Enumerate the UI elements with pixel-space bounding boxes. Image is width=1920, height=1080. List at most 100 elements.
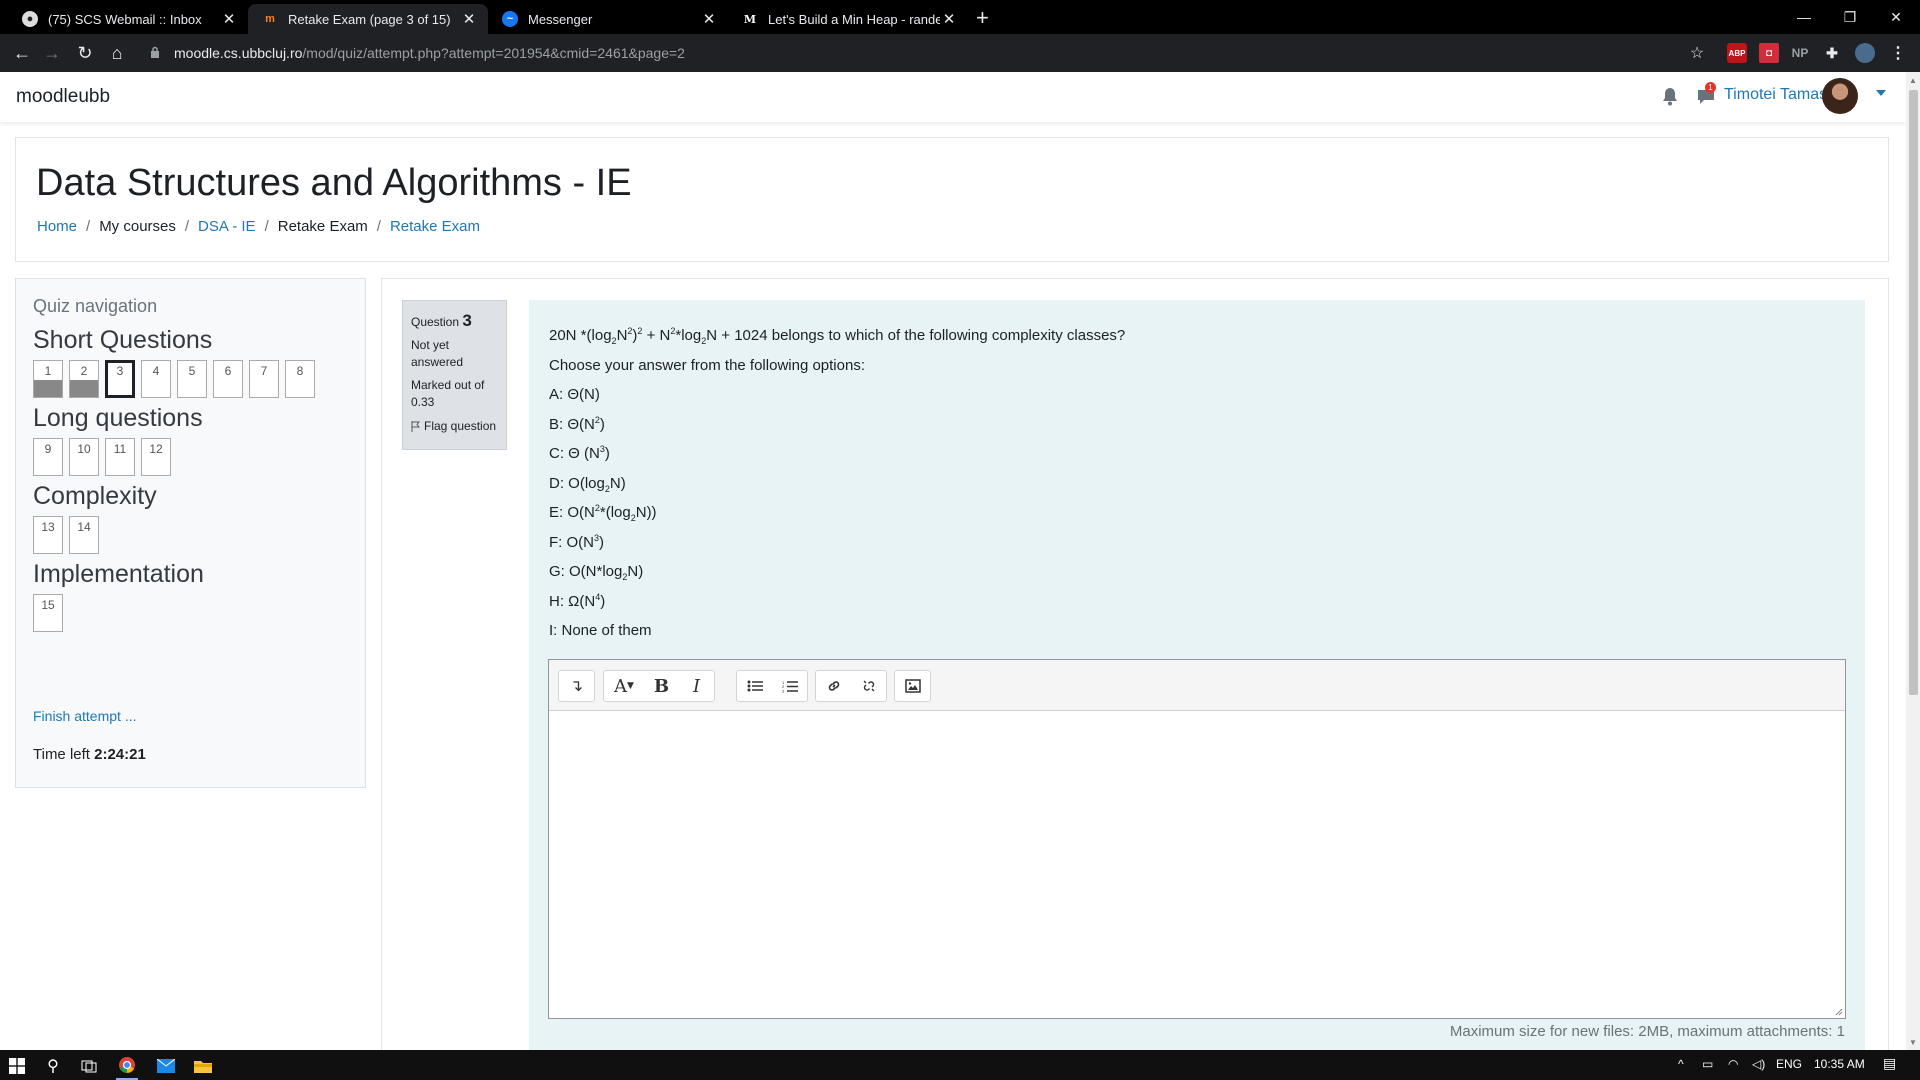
address-bar[interactable]: moodle.cs.ubbcluj.ro/mod/quiz/attempt.ph… [138, 39, 1698, 67]
paragraph-styles-icon[interactable]: A ▼ [604, 671, 644, 701]
wifi-icon[interactable]: ◠ [1728, 1057, 1738, 1071]
browser-tab-webmail[interactable]: ● (75) SCS Webmail :: Inbox ✕ [8, 4, 248, 34]
user-avatar[interactable] [1822, 78, 1858, 114]
quiz-nav-button-12[interactable]: 12 [141, 438, 171, 476]
browser-tab-min-heap[interactable]: M Let's Build a Min Heap - randersc ✕ [728, 4, 968, 34]
answer-option: I: None of them [549, 622, 652, 639]
link-icon[interactable] [816, 671, 851, 701]
quiz-section-heading: Long questions [33, 404, 203, 432]
quiz-nav-button-15[interactable]: 15 [33, 594, 63, 632]
question-prompt: 20N *(log2N2)2 + N2*log2N + 1024 belongs… [549, 326, 1126, 346]
restore-window-button[interactable]: ❐ [1827, 0, 1873, 34]
quiz-nav-button-4[interactable]: 4 [141, 360, 171, 398]
scrollbar-thumb[interactable] [1909, 90, 1918, 695]
italic-icon[interactable]: I [679, 671, 714, 701]
show-more-buttons-icon[interactable]: ↴ [559, 671, 594, 701]
file-explorer-icon[interactable] [192, 1055, 214, 1077]
adblock-extension-icon[interactable]: ABP [1727, 43, 1747, 63]
close-tab-icon[interactable]: ✕ [460, 10, 478, 28]
task-view-icon[interactable] [78, 1055, 100, 1077]
quiz-nav-button-7[interactable]: 7 [249, 360, 279, 398]
quiz-nav-button-5[interactable]: 5 [177, 360, 207, 398]
battery-icon[interactable]: ▭ [1702, 1057, 1713, 1071]
site-brand[interactable]: moodleubb [16, 86, 110, 108]
np-extension-icon[interactable]: NP [1790, 43, 1810, 63]
insert-image-icon[interactable] [895, 671, 930, 701]
answer-option: H: Ω(N4) [549, 591, 606, 610]
windows-taskbar: ⚲ ^ ▭ ◠ ◁) ENG 10:35 AM ▤ [0, 1050, 1920, 1080]
browser-tab-retake-exam[interactable]: m Retake Exam (page 3 of 15) ✕ [248, 4, 488, 34]
mail-app-icon[interactable] [155, 1055, 177, 1077]
toolbar-group-media [894, 670, 931, 702]
quiz-nav-button-9[interactable]: 9 [33, 438, 63, 476]
question-formulation: 20N *(log2N2)2 + N2*log2N + 1024 belongs… [529, 300, 1865, 1058]
finish-attempt-link[interactable]: Finish attempt ... [33, 708, 136, 724]
clock[interactable]: 10:35 AM [1814, 1057, 1865, 1071]
time-left: Time left 2:24:21 [33, 746, 146, 763]
forward-icon[interactable]: → [40, 41, 64, 65]
quiz-nav-button-13[interactable]: 13 [33, 516, 63, 554]
browser-tab-messenger[interactable]: ~ Messenger ✕ [488, 4, 728, 34]
quiz-nav-button-1[interactable]: 1 [33, 360, 63, 398]
answer-option: F: O(N3) [549, 532, 605, 551]
search-icon[interactable]: ⚲ [42, 1055, 64, 1077]
unordered-list-icon[interactable] [737, 671, 772, 701]
time-left-value: 2:24:21 [94, 746, 146, 763]
profile-avatar-icon[interactable] [1855, 43, 1875, 63]
browser-menu-icon[interactable]: ⋮ [1888, 43, 1908, 63]
answer-text-area[interactable] [549, 711, 1845, 1018]
volume-icon[interactable]: ◁) [1752, 1057, 1765, 1071]
quiz-nav-button-6[interactable]: 6 [213, 360, 243, 398]
answer-option: E: O(N2*(log2N)) [549, 503, 657, 523]
scroll-down-arrow-icon[interactable]: ▼ [1906, 1034, 1920, 1050]
windows-start-icon[interactable] [6, 1055, 28, 1077]
extensions-puzzle-icon[interactable]: ✚ [1822, 43, 1842, 63]
question-info-box: Question 3 Not yet answered Marked out o… [402, 300, 507, 450]
ordered-list-icon[interactable]: 123 [772, 671, 807, 701]
back-icon[interactable]: ← [10, 41, 34, 65]
question-state: Not yet answered [411, 338, 464, 369]
lock-icon [151, 46, 159, 58]
notifications-bell-icon[interactable] [1661, 86, 1679, 106]
quiz-nav-button-11[interactable]: 11 [105, 438, 135, 476]
minimize-window-button[interactable]: — [1781, 0, 1827, 34]
quiz-navigation-block: Quiz navigation Finish attempt ... Time … [15, 278, 366, 788]
breadcrumb-item[interactable]: Home [37, 218, 77, 235]
close-tab-icon[interactable]: ✕ [940, 10, 958, 28]
quiz-nav-button-14[interactable]: 14 [69, 516, 99, 554]
toolbar-group-collapse: ↴ [558, 670, 595, 702]
breadcrumb-item[interactable]: Retake Exam [390, 218, 480, 235]
scroll-up-arrow-icon[interactable]: ▲ [1906, 72, 1920, 88]
quiz-nav-button-10[interactable]: 10 [69, 438, 99, 476]
editor-toolbar: ↴ A ▼ B I 123 [549, 660, 1845, 711]
quiz-nav-button-3[interactable]: 3 [105, 360, 135, 398]
answer-option: A: Θ(N) [549, 386, 600, 403]
language-indicator[interactable]: ENG [1776, 1057, 1802, 1071]
question-text: 20N *(log2N2)2 + N2*log2N + 1024 belongs… [549, 321, 1125, 646]
breadcrumb-item[interactable]: DSA - IE [198, 218, 256, 235]
home-icon[interactable]: ⌂ [105, 41, 129, 65]
breadcrumb-item: Retake Exam [277, 218, 368, 235]
close-tab-icon[interactable]: ✕ [220, 10, 238, 28]
max-file-size-note: Maximum size for new files: 2MB, maximum… [1449, 1023, 1845, 1040]
answer-editor: ↴ A ▼ B I 123 [548, 659, 1846, 1019]
tray-chevron-icon[interactable]: ^ [1678, 1057, 1684, 1071]
flag-question-button[interactable]: Flag question [411, 419, 498, 433]
quiz-nav-button-8[interactable]: 8 [285, 360, 315, 398]
answer-option: C: Θ (N3) [549, 444, 610, 463]
bold-icon[interactable]: B [644, 671, 679, 701]
close-tab-icon[interactable]: ✕ [700, 10, 718, 28]
unlink-icon[interactable] [851, 671, 886, 701]
user-menu-name[interactable]: Timotei Tamas [1724, 86, 1827, 104]
chrome-taskbar-icon[interactable] [116, 1052, 138, 1080]
bookmark-star-icon[interactable]: ☆ [1685, 41, 1709, 65]
close-window-button[interactable]: ✕ [1873, 0, 1919, 34]
reload-icon[interactable]: ↻ [73, 41, 97, 65]
answer-option: G: O(N*log2N) [549, 563, 644, 582]
resize-handle-icon[interactable] [1833, 1006, 1843, 1016]
new-tab-button[interactable]: + [976, 5, 989, 31]
quiz-nav-button-2[interactable]: 2 [69, 360, 99, 398]
pocket-extension-icon[interactable]: ◘ [1759, 43, 1779, 63]
action-center-icon[interactable]: ▤ [1883, 1055, 1896, 1072]
user-menu-caret-icon[interactable] [1876, 90, 1886, 96]
